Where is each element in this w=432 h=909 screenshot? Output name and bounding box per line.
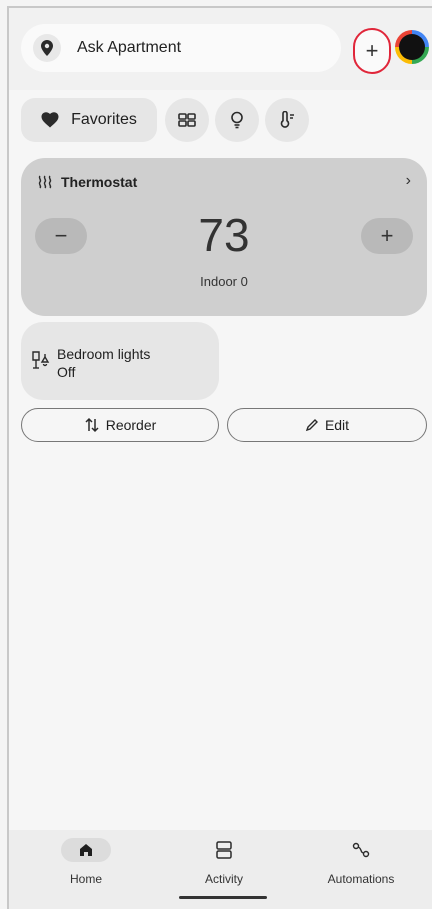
devices-chip[interactable] xyxy=(165,98,209,142)
app-frame: Ask Apartment + Favorites Thermostat › −… xyxy=(7,6,432,909)
favorites-chip[interactable]: Favorites xyxy=(21,98,157,142)
nav-home[interactable]: Home xyxy=(31,838,141,886)
avatar[interactable] xyxy=(395,30,429,64)
nav-automations[interactable]: Automations xyxy=(306,838,416,886)
reorder-label: Reorder xyxy=(105,417,157,433)
add-button[interactable]: + xyxy=(353,28,391,74)
activity-tab-indicator xyxy=(169,838,279,862)
thermostat-header: Thermostat xyxy=(37,174,137,190)
nav-home-label: Home xyxy=(69,872,102,886)
heat-icon xyxy=(38,175,52,189)
activity-icon xyxy=(216,841,232,859)
ask-apartment-label: Ask Apartment xyxy=(77,39,182,56)
chevron-right-icon[interactable]: › xyxy=(406,172,411,190)
favorites-label: Favorites xyxy=(71,111,137,128)
reorder-button[interactable]: Reorder xyxy=(21,408,219,442)
reorder-icon xyxy=(85,417,99,433)
bedroom-lights-name: Bedroom lights xyxy=(57,346,151,362)
grid-icon xyxy=(178,113,196,127)
nav-activity[interactable]: Activity xyxy=(169,838,279,886)
thermostat-status: Indoor 0 xyxy=(200,274,248,289)
bedroom-lights-state: Off xyxy=(57,364,76,380)
add-icon: + xyxy=(365,38,379,63)
bulb-icon xyxy=(231,111,243,129)
pencil-icon xyxy=(305,419,318,432)
thermostat-card[interactable]: Thermostat › − 73 + Indoor 0 xyxy=(21,158,427,316)
lights-chip[interactable] xyxy=(215,98,259,142)
top-bar: Ask Apartment + xyxy=(9,8,432,90)
thermometer-icon xyxy=(280,111,294,128)
climate-chip[interactable] xyxy=(265,98,309,142)
plus-icon: + xyxy=(380,223,394,248)
home-tab-indicator xyxy=(61,838,111,862)
automations-tab-indicator xyxy=(306,838,416,862)
heart-icon xyxy=(41,112,59,128)
gesture-handle xyxy=(179,896,267,899)
nav-activity-label: Activity xyxy=(204,872,243,886)
home-icon xyxy=(80,844,92,856)
increase-temperature-button[interactable]: + xyxy=(361,218,413,254)
avatar-image xyxy=(399,34,425,60)
ask-apartment-search[interactable]: Ask Apartment xyxy=(21,24,341,72)
location-pin-icon xyxy=(33,34,61,62)
light-switch-icon xyxy=(32,351,50,369)
bedroom-lights-card[interactable]: Bedroom lights Off xyxy=(21,322,219,400)
edit-label: Edit xyxy=(324,417,350,433)
thermostat-title: Thermostat xyxy=(61,174,138,190)
edit-button[interactable]: Edit xyxy=(227,408,427,442)
automations-icon xyxy=(352,842,370,858)
nav-automations-label: Automations xyxy=(327,872,395,886)
